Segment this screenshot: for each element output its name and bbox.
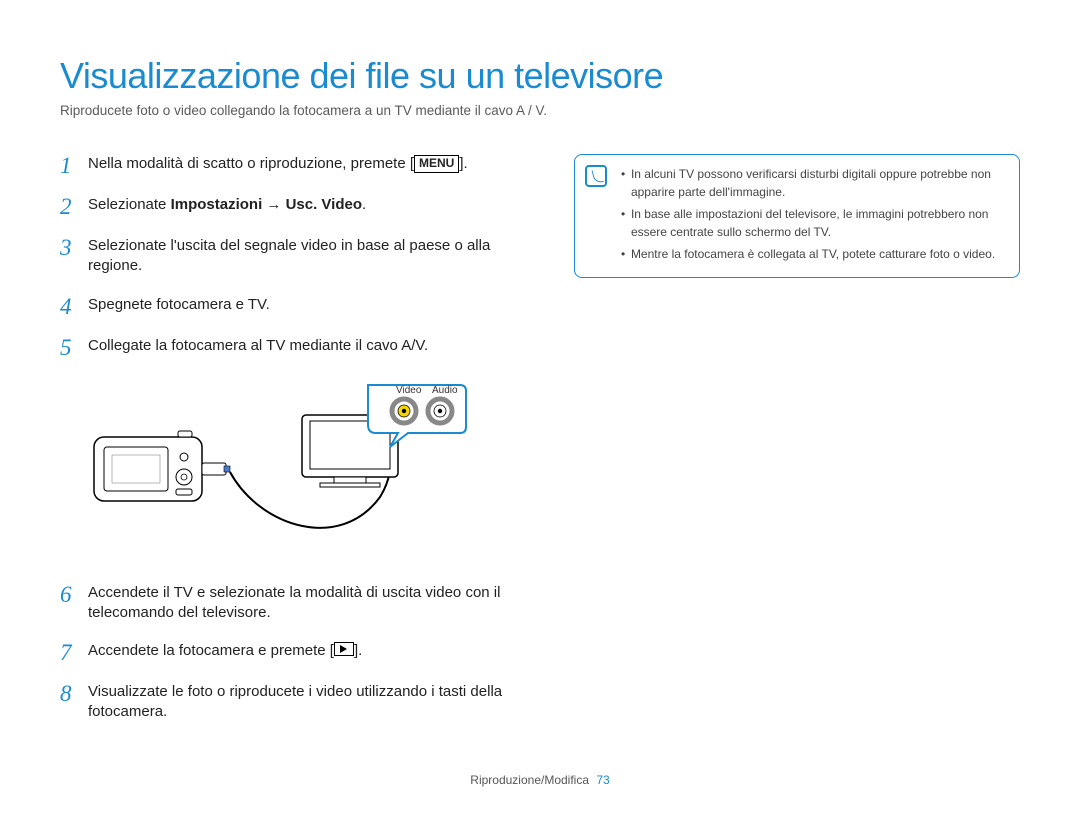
step-text: Spegnete fotocamera e TV. (88, 295, 270, 318)
step-4: 4 Spegnete fotocamera e TV. (60, 295, 534, 318)
step-6: 6 Accendete il TV e selezionate la modal… (60, 583, 534, 624)
step-number: 3 (60, 236, 88, 277)
footer-page-number: 73 (596, 773, 609, 787)
step-2-bold: Impostazioni → Usc. Video (171, 196, 362, 213)
step-number: 4 (60, 295, 88, 318)
page-subtitle: Riproducete foto o video collegando la f… (60, 103, 1020, 118)
step-7-pre: Accendete la fotocamera e premete [ (88, 642, 334, 659)
audio-jack-label: Audio (432, 385, 458, 396)
content-columns: 1 Nella modalità di scatto o riproduzion… (60, 154, 1020, 741)
step-2-post: . (362, 196, 366, 213)
step-number: 2 (60, 195, 88, 218)
footer-section: Riproduzione/Modifica (470, 773, 589, 787)
step-text: Selezionate Impostazioni → Usc. Video. (88, 195, 366, 218)
step-text: Accendete il TV e selezionate la modalit… (88, 583, 534, 624)
connection-diagram: Video Audio (90, 377, 470, 565)
step-text: Collegate la fotocamera al TV mediante i… (88, 336, 428, 359)
step-text: Selezionate l'uscita del segnale video i… (88, 236, 534, 277)
steps-list-top: 1 Nella modalità di scatto o riproduzion… (60, 154, 534, 359)
info-box: In alcuni TV possono verificarsi disturb… (574, 154, 1020, 278)
page-footer: Riproduzione/Modifica 73 (0, 773, 1080, 787)
info-item: In base alle impostazioni del televisore… (621, 205, 1005, 241)
step-7: 7 Accendete la fotocamera e premete []. (60, 641, 534, 664)
step-text: Accendete la fotocamera e premete []. (88, 641, 362, 664)
manual-page: Visualizzazione dei file su un televisor… (0, 0, 1080, 815)
step-7-post: ]. (354, 642, 362, 659)
step-5: 5 Collegate la fotocamera al TV mediante… (60, 336, 534, 359)
note-icon (585, 165, 607, 187)
step-3: 3 Selezionate l'uscita del segnale video… (60, 236, 534, 277)
playback-button-icon (334, 642, 354, 656)
steps-list-bottom: 6 Accendete il TV e selezionate la modal… (60, 583, 534, 723)
menu-button-label: MENU (414, 155, 459, 173)
info-item: In alcuni TV possono verificarsi disturb… (621, 165, 1005, 201)
page-title: Visualizzazione dei file su un televisor… (60, 55, 1020, 97)
right-column: In alcuni TV possono verificarsi disturb… (574, 154, 1020, 741)
camera-icon (94, 431, 202, 501)
left-column: 1 Nella modalità di scatto o riproduzion… (60, 154, 534, 741)
video-jack-label: Video (396, 385, 422, 396)
step-text: Visualizzate le foto o riproducete i vid… (88, 682, 534, 723)
camera-plug-icon (202, 463, 230, 475)
step-number: 8 (60, 682, 88, 723)
step-number: 7 (60, 641, 88, 664)
info-item: Mentre la fotocamera è collegata al TV, … (621, 245, 1005, 263)
step-1-post: ]. (459, 155, 467, 172)
step-1-pre: Nella modalità di scatto o riproduzione,… (88, 155, 414, 172)
step-number: 6 (60, 583, 88, 624)
step-2: 2 Selezionate Impostazioni → Usc. Video. (60, 195, 534, 218)
step-number: 5 (60, 336, 88, 359)
step-2-pre: Selezionate (88, 196, 171, 213)
step-number: 1 (60, 154, 88, 177)
step-1: 1 Nella modalità di scatto o riproduzion… (60, 154, 534, 177)
step-text: Nella modalità di scatto o riproduzione,… (88, 154, 468, 177)
step-8: 8 Visualizzate le foto o riproducete i v… (60, 682, 534, 723)
info-list: In alcuni TV possono verificarsi disturb… (621, 165, 1005, 263)
